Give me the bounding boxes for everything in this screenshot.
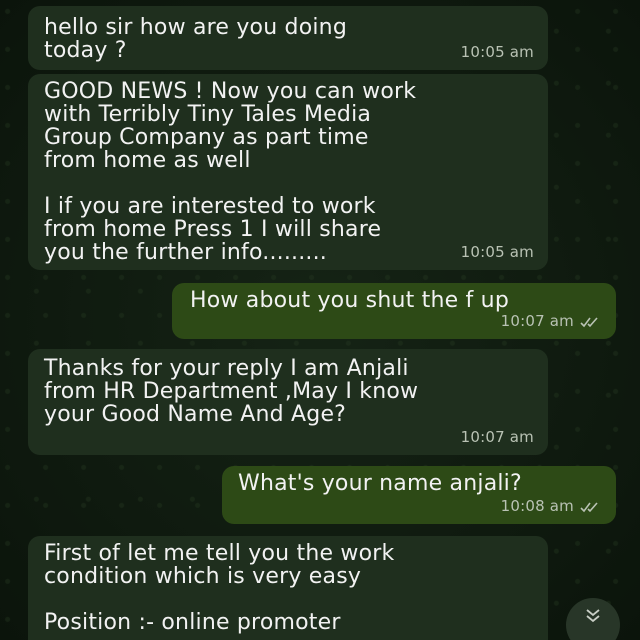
message-meta: 10:05 am: [461, 241, 534, 264]
message-text: hello sir how are you doing today ?: [44, 15, 347, 63]
read-receipt-icon: [580, 501, 598, 512]
message-time: 10:07 am: [460, 428, 534, 446]
message-time: 10:05 am: [460, 243, 534, 261]
message-meta: 10:07 am: [501, 310, 602, 333]
message-text: Thanks for your reply I am Anjali from H…: [44, 356, 419, 427]
message-time: 10:07 am: [500, 312, 574, 330]
message-meta: 10:08 am: [501, 495, 602, 518]
message-bubble[interactable]: GOOD NEWS ! Now you can work with Terrib…: [28, 74, 548, 270]
scroll-to-bottom-button[interactable]: [566, 598, 620, 640]
message-bubble[interactable]: Thanks for your reply I am Anjali from H…: [28, 349, 548, 455]
message-meta: 10:05 am: [461, 41, 534, 64]
message-bubble[interactable]: hello sir how are you doing today ? 10:0…: [28, 6, 548, 70]
message-meta: 10:07 am: [461, 426, 534, 449]
message-bubble[interactable]: What's your name anjali? 10:08 am: [222, 466, 616, 524]
message-text: How about you shut the f up: [190, 288, 509, 313]
message-time: 10:08 am: [500, 497, 574, 515]
message-bubble[interactable]: First of let me tell you the work condit…: [28, 536, 548, 640]
message-text: GOOD NEWS ! Now you can work with Terrib…: [44, 79, 417, 265]
message-bubble[interactable]: How about you shut the f up 10:07 am: [172, 283, 616, 339]
message-time: 10:05 am: [460, 43, 534, 61]
chat-area[interactable]: hello sir how are you doing today ? 10:0…: [0, 0, 640, 640]
message-text: First of let me tell you the work condit…: [44, 541, 395, 635]
double-chevron-down-icon: [586, 609, 600, 623]
message-text: What's your name anjali?: [238, 471, 522, 496]
read-receipt-icon: [580, 316, 598, 327]
